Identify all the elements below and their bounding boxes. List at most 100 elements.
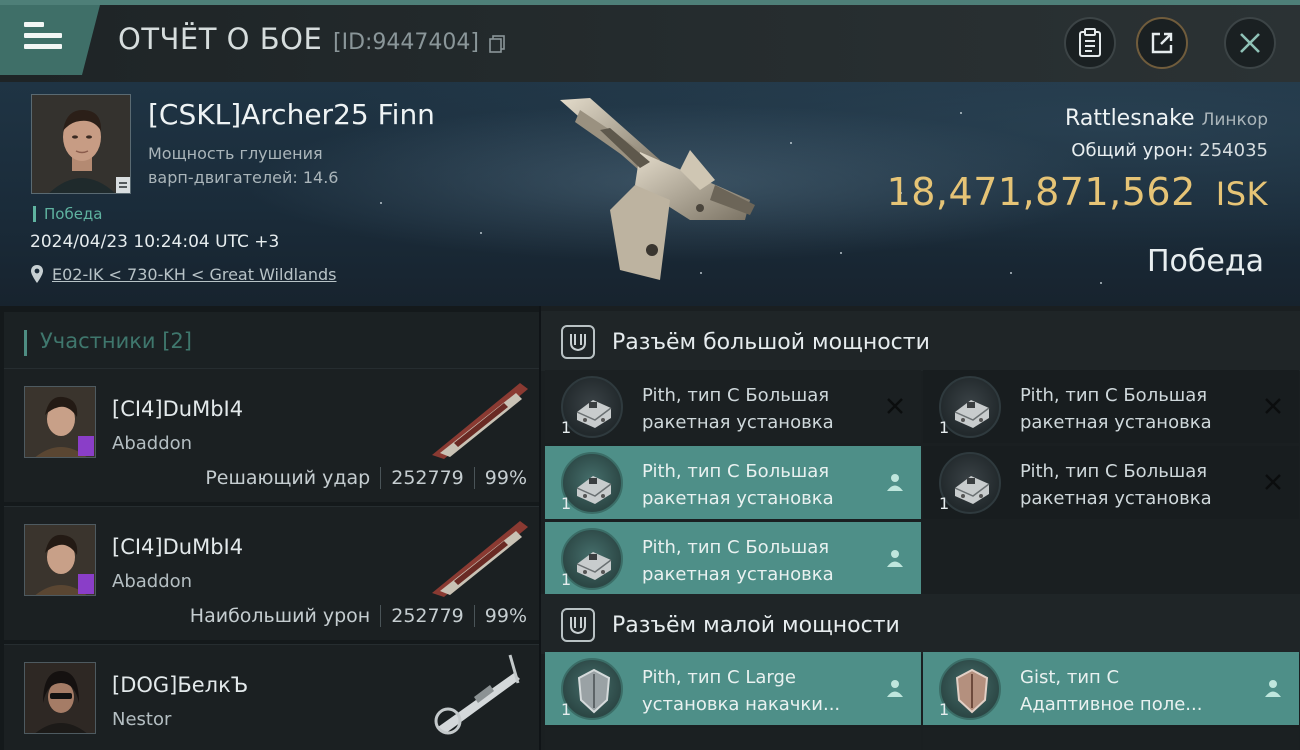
module-name-line1: Pith, тип C Большая (642, 461, 830, 482)
participant-ship: Abaddon (112, 433, 193, 454)
module-name-line2: ракетная установка (642, 412, 834, 433)
module-name-line2: ракетная установка (1020, 488, 1212, 509)
kill-location[interactable]: E02-IK < 730-KH < Great Wildlands (30, 264, 336, 284)
report-id: [ID:9447404] (333, 30, 479, 55)
participant-avatar (24, 524, 96, 596)
module-slot[interactable]: 1 Pith, тип C Большая ракетная установка (545, 446, 921, 519)
participant-role: Решающий удар (205, 467, 371, 489)
module-name: Gist, тип C Адаптивное поле... (1020, 664, 1250, 718)
module-slot[interactable]: 1 Pith, тип C Large установка накачки... (545, 652, 921, 725)
participant-avatar (24, 386, 96, 458)
high-slot-header: Разъём большой мощности (541, 311, 1300, 371)
victim-ship-image (560, 98, 755, 280)
warp-scramble-value: варп-двигателей: 14.6 (148, 168, 339, 187)
page-title: ОТЧЁТ О БОЕ (118, 22, 323, 56)
low-slot-header: Разъём малой мощности (541, 594, 1300, 654)
module-slot[interactable]: 1 Gist, тип C Адаптивное поле... (923, 652, 1299, 725)
participant-ship-image (434, 654, 520, 735)
module-name: Pith, тип C Большая ракетная установка (642, 534, 872, 588)
battle-result: Победа (1147, 244, 1264, 279)
warp-scramble-strength: Мощность глушения варп-двигателей: 14.6 (148, 142, 368, 190)
dropped-person-icon (883, 676, 907, 700)
module-name: Pith, тип C Большая ракетная установка (1020, 458, 1250, 512)
top-bar: ОТЧЁТ О БОЕ [ID:9447404] (0, 0, 1300, 82)
low-slot-title: Разъём малой мощности (612, 613, 900, 638)
dropped-person-icon (883, 470, 907, 494)
menu-button[interactable] (24, 22, 62, 56)
module-qty: 1 (561, 570, 572, 589)
participant-row[interactable]: [CI4]DuMbI4 Abaddon Наибольший урон 2527… (4, 506, 539, 640)
module-qty: 1 (561, 700, 572, 719)
module-name-line2: Адаптивное поле... (1020, 694, 1203, 715)
share-icon (1151, 32, 1173, 54)
module-name-line1: Pith, тип C Большая (1020, 385, 1208, 406)
participant-damage: 252779 (391, 467, 464, 489)
corp-badge-icon (78, 574, 94, 594)
participant-avatar (24, 662, 96, 734)
participant-ship: Abaddon (112, 571, 193, 592)
module-name-line1: Pith, тип C Большая (1020, 461, 1208, 482)
participant-ship-image (432, 521, 528, 597)
participant-stats: Наибольший урон 252779 99% (190, 605, 527, 627)
participants-label: Участники [2] (40, 329, 192, 353)
dropped-person-icon (883, 546, 907, 570)
share-button[interactable] (1136, 17, 1188, 69)
module-slot[interactable] (545, 728, 921, 750)
clipboard-button[interactable] (1064, 17, 1116, 69)
participant-damage: 252779 (391, 605, 464, 627)
module-name: Pith, тип C Большая ракетная установка (642, 458, 872, 512)
dropped-person-icon (1261, 676, 1285, 700)
fitting-panel: Разъём большой мощности 1 Pith, тип C Бо… (541, 306, 1300, 750)
participant-face-image (25, 663, 95, 733)
isk-unit: ISK (1215, 175, 1268, 213)
participant-ship: Nestor (112, 709, 172, 730)
close-button[interactable] (1224, 17, 1276, 69)
module-name-line2: ракетная установка (642, 488, 834, 509)
module-qty: 1 (939, 700, 950, 719)
destroyed-x-icon (1261, 470, 1285, 494)
victim-banner: [CSKL]Archer25 Finn Мощность глушения ва… (0, 82, 1300, 306)
participant-row[interactable]: [DOG]БелкЪ Nestor (4, 644, 539, 750)
module-name-line2: ракетная установка (642, 564, 834, 585)
module-qty: 1 (939, 418, 950, 437)
participant-row[interactable]: [CI4]DuMbI4 Abaddon Решающий удар 252779… (4, 368, 539, 502)
isk-amount: 18,471,871,562 (886, 170, 1196, 214)
module-name: Pith, тип C Большая ракетная установка (1020, 382, 1250, 436)
high-slot-title: Разъём большой мощности (612, 330, 930, 355)
module-name-line2: ракетная установка (1020, 412, 1212, 433)
module-slot[interactable] (923, 728, 1299, 750)
ship-class: Линкор (1201, 110, 1268, 130)
participants-header[interactable]: Участники [2] (4, 312, 539, 368)
outcome-tag: Победа (33, 206, 103, 222)
participant-name: [CI4]DuMbI4 (112, 535, 244, 559)
participant-name: [DOG]БелкЪ (112, 673, 249, 697)
location-pin-icon (31, 265, 43, 283)
participant-ship-image (432, 383, 528, 459)
module-slot[interactable]: 1 Pith, тип C Большая ракетная установка (923, 446, 1299, 519)
module-name-line1: Pith, тип C Большая (642, 385, 830, 406)
participant-percent: 99% (484, 605, 527, 627)
module-name-line1: Gist, тип C (1020, 667, 1120, 688)
kill-datetime: 2024/04/23 10:24:04 UTC +3 (30, 232, 280, 252)
total-damage-label: Общий урон: (1071, 140, 1194, 161)
victim-ship[interactable]: Rattlesnake Линкор (1065, 106, 1268, 131)
participant-stats: Решающий удар 252779 99% (205, 467, 527, 489)
participant-percent: 99% (484, 467, 527, 489)
victim-portrait[interactable] (31, 94, 131, 194)
low-power-slot-icon (561, 608, 595, 642)
module-qty: 1 (939, 494, 950, 513)
isk-value: 18,471,871,562 ISK (887, 170, 1268, 214)
module-name-line2: установка накачки... (642, 694, 841, 715)
module-name-line1: Pith, тип C Large (642, 667, 796, 688)
location-link[interactable]: E02-IK < 730-KH < Great Wildlands (52, 265, 336, 284)
copy-icon[interactable] (489, 35, 505, 53)
warp-scramble-label: Мощность глушения (148, 144, 323, 163)
module-slot[interactable]: 1 Pith, тип C Большая ракетная установка (923, 370, 1299, 443)
module-name: Pith, тип C Large установка накачки... (642, 664, 872, 718)
module-slot[interactable]: 1 Pith, тип C Большая ракетная установка (545, 370, 921, 443)
module-slot[interactable]: 1 Pith, тип C Большая ракетная установка (545, 522, 921, 595)
close-icon (1240, 33, 1260, 53)
module-qty: 1 (561, 494, 572, 513)
victim-name[interactable]: [CSKL]Archer25 Finn (148, 98, 435, 131)
participants-panel: Участники [2] [CI4]DuMbI4 Abaddon Решающ… (0, 306, 539, 750)
